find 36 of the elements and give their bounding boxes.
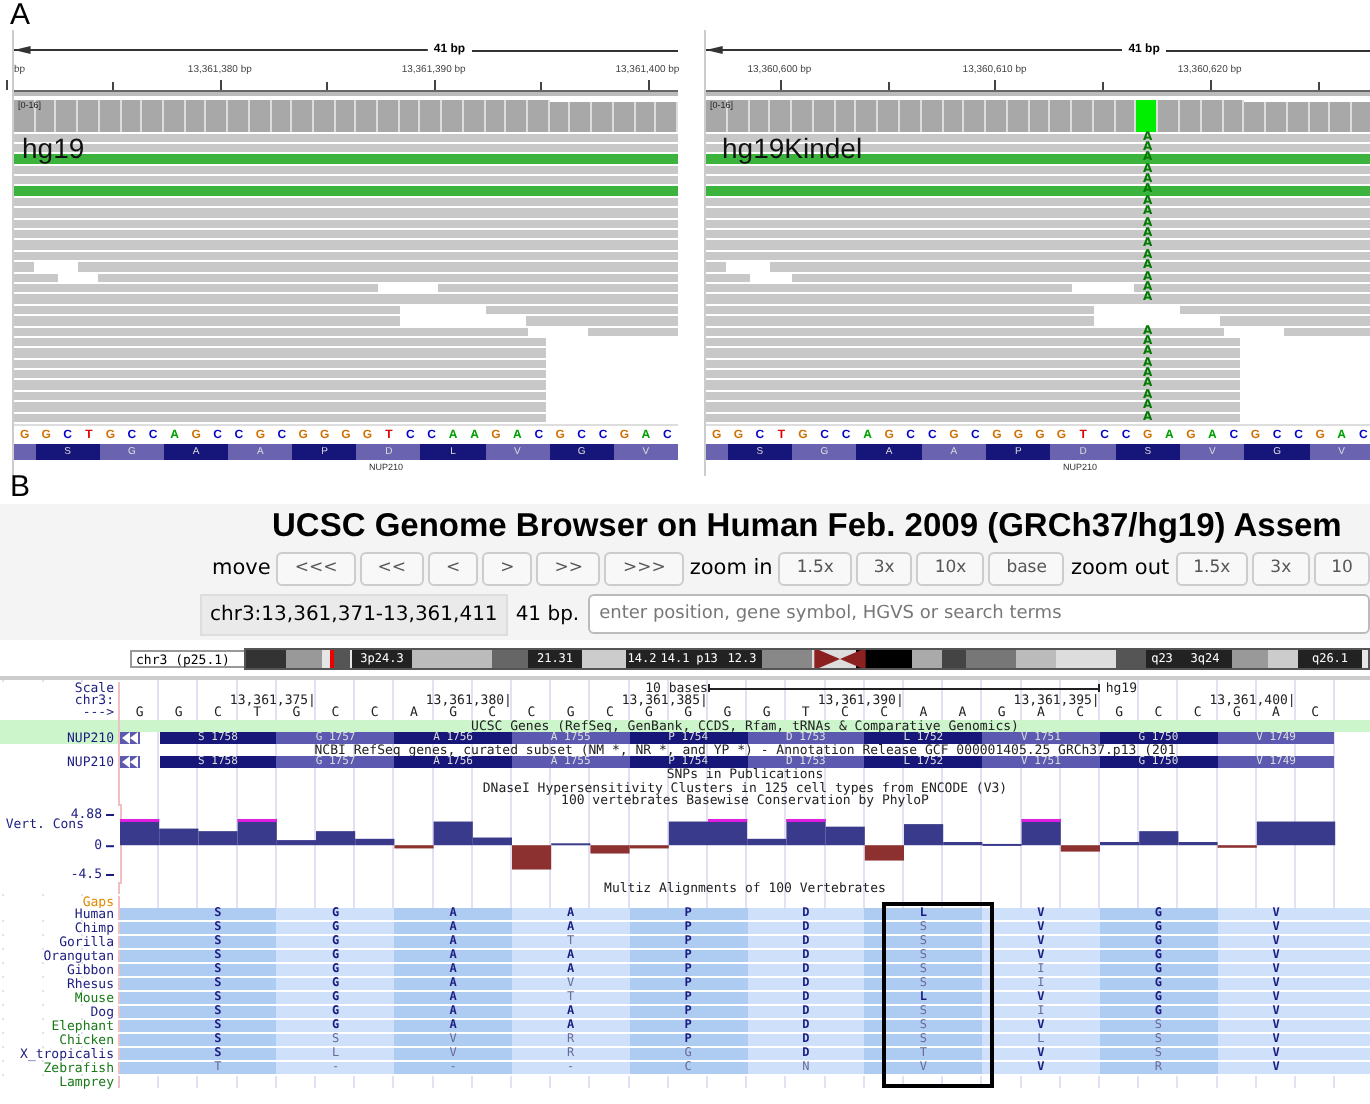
- span-arrow-icon: [14, 44, 428, 56]
- chromosome-band: [1232, 649, 1268, 667]
- zoom-out-button[interactable]: 1.5x: [1175, 551, 1249, 585]
- amino-acid-block: [14, 444, 36, 460]
- figure-panel-label: B: [8, 472, 33, 504]
- chromosome-band: [582, 649, 626, 667]
- move-label: move: [212, 556, 271, 580]
- chromosome-band: [762, 649, 812, 667]
- position-display: chr3:13,361,371-13,361,411: [200, 593, 508, 635]
- move-button[interactable]: >: [482, 551, 533, 585]
- zoom-in-button[interactable]: 10x: [916, 551, 985, 585]
- move-button[interactable]: >>: [536, 551, 601, 585]
- chromosome-band: [1268, 649, 1298, 667]
- zoom-out-button[interactable]: 3x: [1252, 551, 1310, 585]
- move-button[interactable]: <<<: [276, 551, 356, 585]
- zoom-in-button[interactable]: 3x: [855, 551, 913, 585]
- size-label: 41 bp.: [515, 603, 580, 625]
- zoom-in-label: zoom in: [689, 556, 773, 580]
- search-field[interactable]: enter position, gene symbol, HGVS or search terms: [587, 594, 1370, 634]
- move-button[interactable]: <: [427, 551, 479, 585]
- zoom-in-button[interactable]: base: [988, 551, 1065, 585]
- strand-arrows-icon: [120, 756, 140, 769]
- span-arrow-icon: [706, 44, 1123, 56]
- zoom-out-label: zoom out: [1070, 556, 1170, 580]
- figure-panel-label: A: [8, 0, 33, 30]
- chromosome-band: [286, 649, 322, 667]
- chromosome-band: [912, 649, 942, 667]
- browser-title: UCSC Genome Browser on Human Feb. 2009 (GRCh37/hg19) Assem: [270, 506, 1344, 548]
- chromosome-band: [246, 649, 286, 667]
- amino-acid-block: [706, 444, 728, 460]
- zoom-out-button[interactable]: 10: [1313, 551, 1370, 585]
- zoom-in-button[interactable]: 1.5x: [778, 551, 852, 585]
- position-marker: [330, 649, 334, 667]
- move-button[interactable]: <<: [359, 551, 424, 585]
- move-button[interactable]: >>>: [604, 551, 684, 585]
- centromere-icon: [812, 649, 868, 667]
